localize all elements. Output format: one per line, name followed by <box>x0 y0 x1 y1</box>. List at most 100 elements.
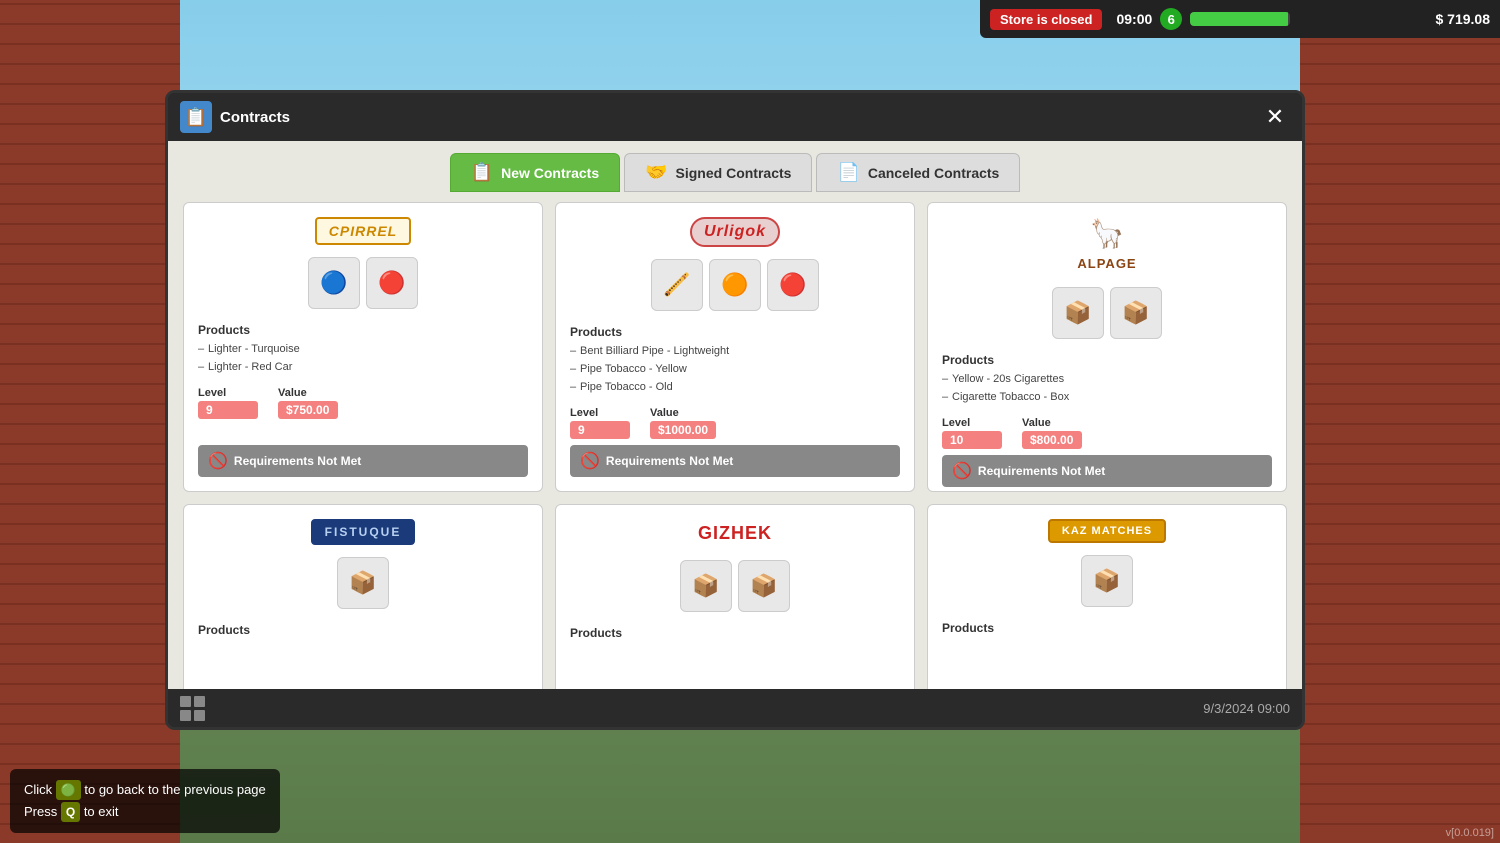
contract-card-kazmatches: KAZ MATCHES 📦 Products <box>927 504 1287 689</box>
value-value: $1000.00 <box>650 421 716 439</box>
thumb-tobacco-yellow: 🟠 <box>709 259 761 311</box>
value-block-cpirrel: Value $750.00 <box>278 387 338 419</box>
tab-new-label: New Contracts <box>501 165 599 181</box>
hint-line1-suffix: to go back to the previous page <box>84 782 265 797</box>
tab-signed-label: Signed Contracts <box>676 165 792 181</box>
requirements-not-met-cpirrel[interactable]: 🚫 Requirements Not Met <box>198 445 528 477</box>
window-bottom-bar: 9/3/2024 09:00 <box>168 689 1302 727</box>
products-label-urligok: Products <box>570 325 900 339</box>
value-label: Value <box>278 387 338 399</box>
requirements-not-met-alpage[interactable]: 🚫 Requirements Not Met <box>942 455 1272 487</box>
grid-view-icon[interactable] <box>180 696 205 721</box>
close-button[interactable]: ✕ <box>1260 102 1290 132</box>
products-label-cpirrel: Products <box>198 323 528 337</box>
product-thumbs-fistuque: 📦 <box>198 557 528 609</box>
product-item: Bent Billiard Pipe - Lightweight <box>570 345 900 357</box>
product-thumbs-alpage: 📦 📦 <box>942 287 1272 339</box>
value-value: $750.00 <box>278 401 338 419</box>
brand-logo-fistuque: FISTUQUE <box>311 519 416 545</box>
product-item: Pipe Tobacco - Old <box>570 381 900 393</box>
req-icon: 🚫 <box>952 461 972 481</box>
product-item: Lighter - Turquoise <box>198 343 528 355</box>
product-item: Cigarette Tobacco - Box <box>942 391 1272 403</box>
level-value: 9 <box>570 421 630 439</box>
window-icon: 📋 <box>180 101 212 133</box>
requirements-not-met-urligok[interactable]: 🚫 Requirements Not Met <box>570 445 900 477</box>
hud-money: $ 719.08 <box>1436 11 1491 27</box>
value-label: Value <box>650 407 716 419</box>
brand-logo-alpage: ALPAGE <box>1065 252 1148 275</box>
level-block-alpage: Level 10 <box>942 417 1002 449</box>
products-label-fistuque: Products <box>198 623 528 637</box>
level-value-row-alpage: Level 10 Value $800.00 <box>942 417 1272 449</box>
product-thumbs-urligok: 🪈 🟠 🔴 <box>570 259 900 311</box>
window-titlebar: 📋 Contracts ✕ <box>168 93 1302 141</box>
product-item: Lighter - Red Car <box>198 361 528 373</box>
contracts-window: 📋 Contracts ✕ 📋 New Contracts 🤝 Signed C… <box>165 90 1305 730</box>
bottom-datetime: 9/3/2024 09:00 <box>1203 701 1290 716</box>
level-label: Level <box>942 417 1002 429</box>
thumb-pipe: 🪈 <box>651 259 703 311</box>
value-block-urligok: Value $1000.00 <box>650 407 716 439</box>
back-key-icon: 🟢 <box>56 780 81 800</box>
brand-logo-gizhek: GIZHEK <box>686 519 784 548</box>
contract-card-cpirrel: CPIRREL 🔵 🔴 Products Lighter - Turquoise… <box>183 202 543 492</box>
alpaca-icon: 🦙 <box>1090 217 1125 250</box>
hint-line1: Click 🟢 to go back to the previous page <box>24 779 266 801</box>
contract-card-alpage: 🦙 ALPAGE 📦 📦 Products Yellow - 20s Cigar… <box>927 202 1287 492</box>
hud-xp-fill <box>1190 12 1288 26</box>
req-label: Requirements Not Met <box>978 464 1105 478</box>
brand-fistuque: FISTUQUE <box>198 519 528 545</box>
level-label: Level <box>570 407 630 419</box>
thumb-gizhek-2: 📦 <box>738 560 790 612</box>
thumb-gizhek-1: 📦 <box>680 560 732 612</box>
level-block-urligok: Level 9 <box>570 407 630 439</box>
req-icon: 🚫 <box>580 451 600 471</box>
brick-wall-right <box>1300 0 1500 843</box>
window-title: Contracts <box>220 109 290 126</box>
hud-xp-bar <box>1190 12 1290 26</box>
products-label-kazmatches: Products <box>942 621 1272 635</box>
new-contracts-icon: 📋 <box>471 162 493 183</box>
brick-wall-left <box>0 0 180 843</box>
hud-level: 6 <box>1160 8 1182 30</box>
products-label-gizhek: Products <box>570 626 900 640</box>
exit-key: Q <box>61 802 80 822</box>
brand-urligok: Urligok <box>570 217 900 247</box>
version-label: v[0.0.019] <box>1446 827 1494 839</box>
brand-alpage: 🦙 ALPAGE <box>942 217 1272 275</box>
thumb-cigarettes-yellow: 📦 <box>1052 287 1104 339</box>
hud-bar: Store is closed 09:00 6 $ 719.08 <box>980 0 1500 38</box>
product-item: Pipe Tobacco - Yellow <box>570 363 900 375</box>
brand-logo-urligok: Urligok <box>690 217 780 247</box>
hint-line2-suffix: to exit <box>84 804 119 819</box>
brand-gizhek: GIZHEK <box>570 519 900 548</box>
contract-card-gizhek: GIZHEK 📦 📦 Products <box>555 504 915 689</box>
tab-new-contracts[interactable]: 📋 New Contracts <box>450 153 620 192</box>
thumb-lighter-red: 🔴 <box>366 257 418 309</box>
tab-canceled-label: Canceled Contracts <box>868 165 999 181</box>
contract-card-urligok: Urligok 🪈 🟠 🔴 Products Bent Billiard Pip… <box>555 202 915 492</box>
window-content: 📋 New Contracts 🤝 Signed Contracts 📄 Can… <box>168 141 1302 689</box>
thumb-tobacco-old: 🔴 <box>767 259 819 311</box>
req-label: Requirements Not Met <box>234 454 361 468</box>
value-label: Value <box>1022 417 1082 429</box>
product-thumbs-cpirrel: 🔵 🔴 <box>198 257 528 309</box>
contracts-grid: CPIRREL 🔵 🔴 Products Lighter - Turquoise… <box>168 192 1302 689</box>
level-value-row-urligok: Level 9 Value $1000.00 <box>570 407 900 439</box>
tabs-row: 📋 New Contracts 🤝 Signed Contracts 📄 Can… <box>168 141 1302 192</box>
brand-cpirrel: CPIRREL <box>198 217 528 245</box>
products-label-alpage: Products <box>942 353 1272 367</box>
canceled-contracts-icon: 📄 <box>837 162 859 183</box>
tab-signed-contracts[interactable]: 🤝 Signed Contracts <box>624 153 812 192</box>
signed-contracts-icon: 🤝 <box>645 162 667 183</box>
brand-logo-cpirrel: CPIRREL <box>315 217 411 245</box>
level-label: Level <box>198 387 258 399</box>
thumb-fistuque-1: 📦 <box>337 557 389 609</box>
hint-line2: Press Q to exit <box>24 801 266 823</box>
level-value: 9 <box>198 401 258 419</box>
level-value-row-cpirrel: Level 9 Value $750.00 <box>198 387 528 419</box>
product-item: Yellow - 20s Cigarettes <box>942 373 1272 385</box>
tab-canceled-contracts[interactable]: 📄 Canceled Contracts <box>816 153 1020 192</box>
level-value: 10 <box>942 431 1002 449</box>
